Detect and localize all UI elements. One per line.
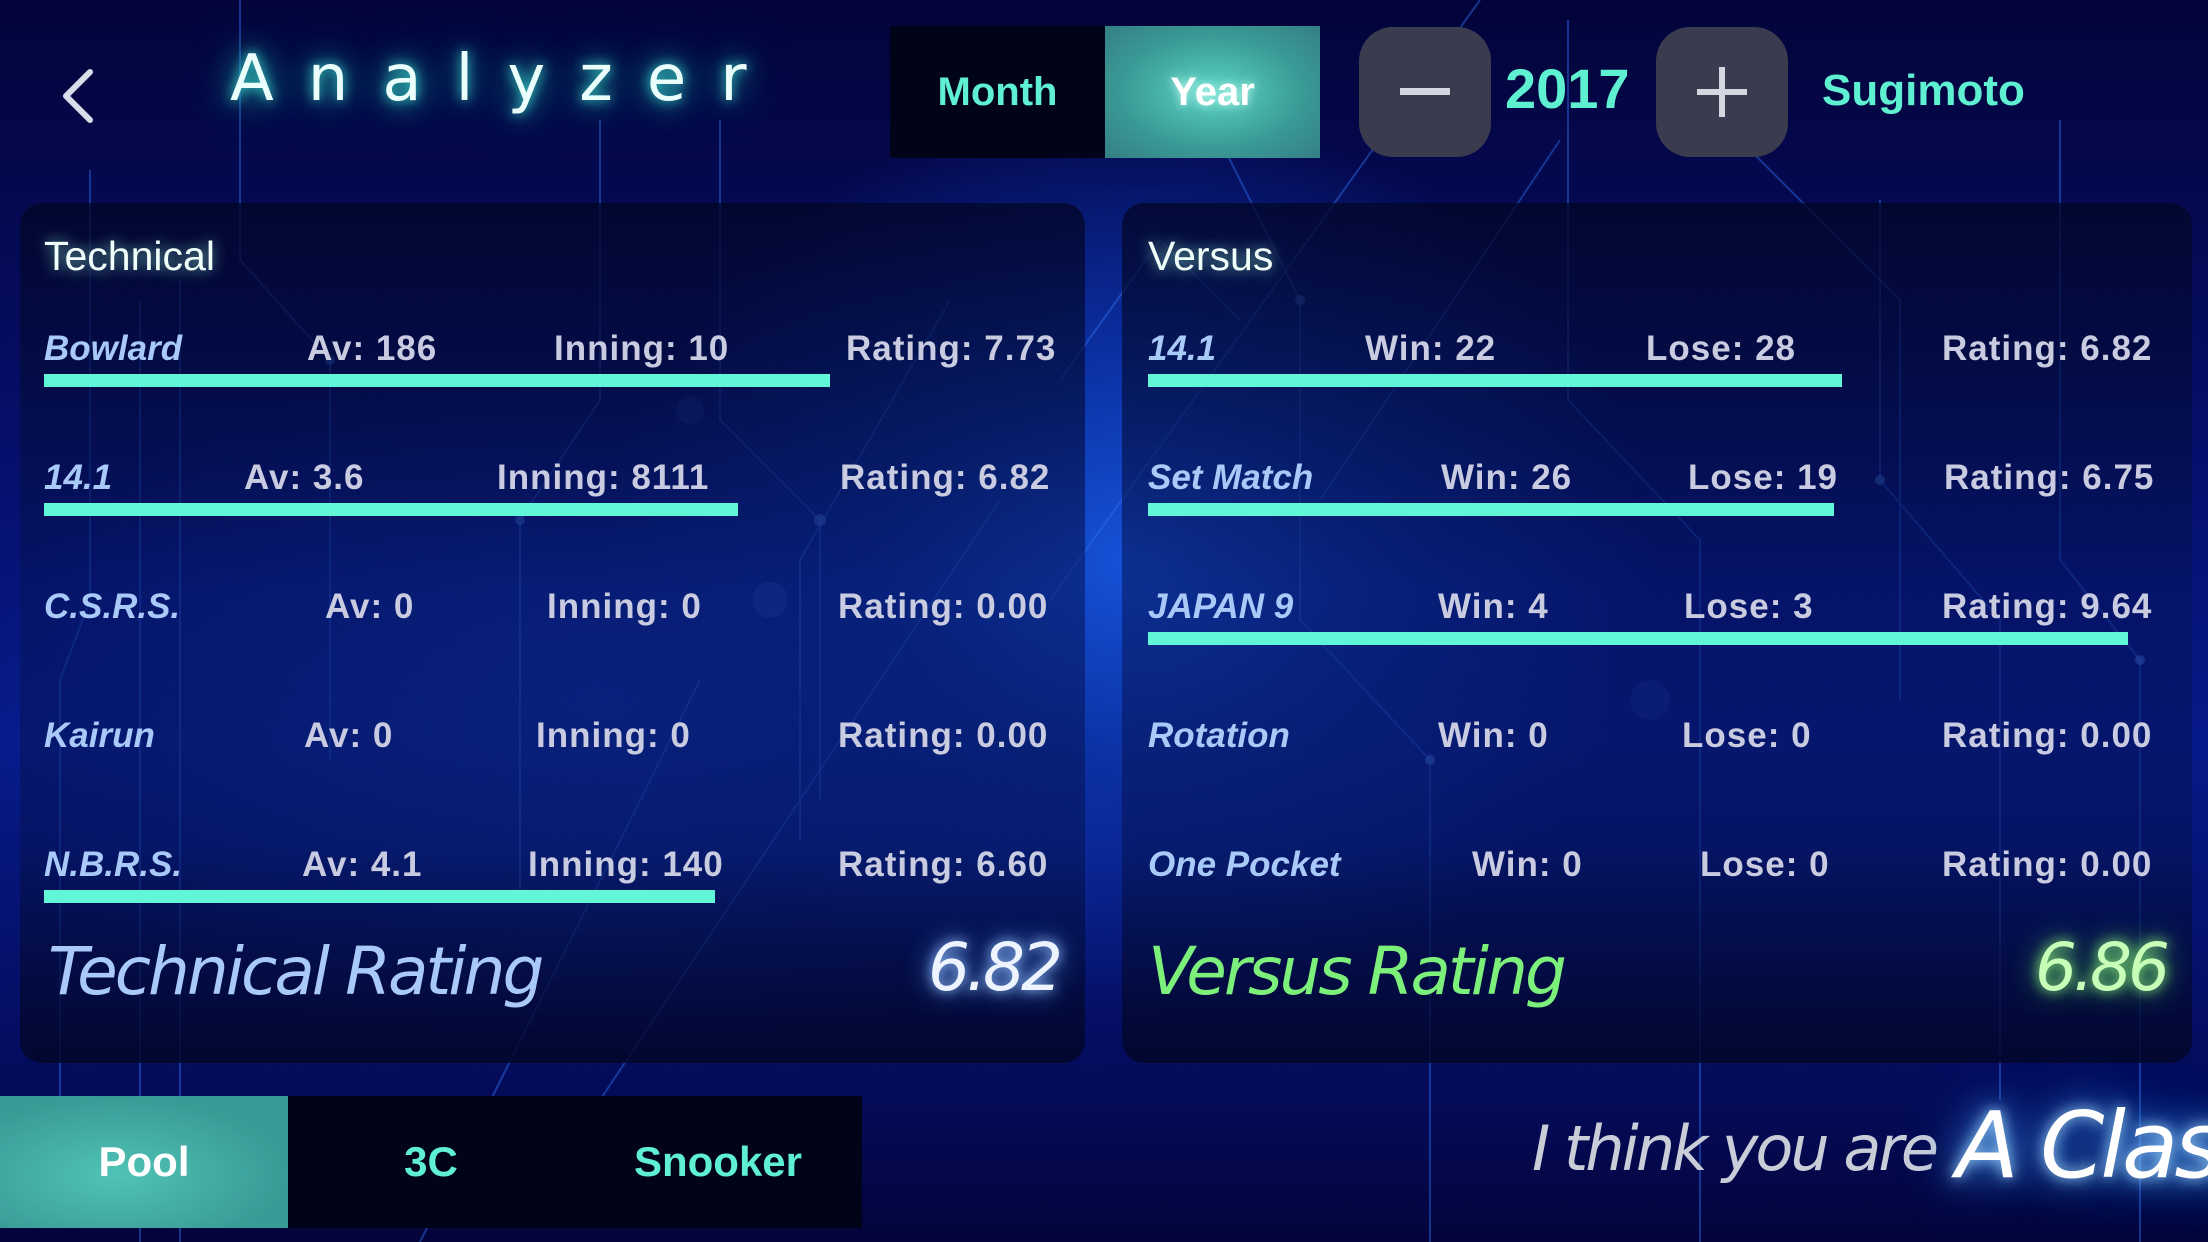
rating-bar bbox=[1148, 374, 1842, 387]
game-name: C.S.R.S. bbox=[44, 587, 181, 626]
rating-value: Rating: 6.82 bbox=[1942, 329, 2153, 368]
versus-rating-label: Versus Rating bbox=[1148, 933, 1567, 1010]
game-name: Bowlard bbox=[44, 329, 183, 368]
year-value: 2017 bbox=[1505, 57, 1630, 120]
lose-count: Lose: 0 bbox=[1700, 845, 1830, 884]
tab-year[interactable]: Year bbox=[1105, 26, 1320, 158]
average-value: Av: 0 bbox=[304, 716, 394, 755]
verdict-class: A Class bbox=[1956, 1092, 2208, 1199]
stat-row[interactable]: C.S.R.S. Av: 0 Inning: 0 Rating: 0.00 bbox=[20, 587, 1085, 697]
game-name: 14.1 bbox=[1148, 329, 1217, 368]
win-count: Win: 26 bbox=[1441, 458, 1573, 497]
inning-count: Inning: 140 bbox=[528, 845, 724, 884]
rating-value: Rating: 9.64 bbox=[1942, 587, 2153, 626]
game-name: Rotation bbox=[1148, 716, 1290, 755]
lose-count: Lose: 3 bbox=[1684, 587, 1814, 626]
win-count: Win: 22 bbox=[1365, 329, 1497, 368]
inning-count: Inning: 0 bbox=[536, 716, 691, 755]
rating-value: Rating: 0.00 bbox=[1942, 716, 2153, 755]
technical-rating-label: Technical Rating bbox=[48, 933, 544, 1010]
chevron-left-icon bbox=[63, 69, 93, 123]
user-name[interactable]: Sugimoto bbox=[1822, 66, 2025, 116]
tab-month[interactable]: Month bbox=[890, 26, 1105, 158]
stat-row[interactable]: Bowlard Av: 186 Inning: 10 Rating: 7.73 bbox=[20, 329, 1085, 439]
game-name: Set Match bbox=[1148, 458, 1314, 497]
game-name: JAPAN 9 bbox=[1148, 587, 1294, 626]
panel-title: Versus bbox=[1148, 233, 1274, 279]
game-name: N.B.R.S. bbox=[44, 845, 183, 884]
panel-title: Technical bbox=[44, 233, 215, 279]
back-button[interactable] bbox=[58, 66, 98, 126]
rating-value: Rating: 6.75 bbox=[1944, 458, 2155, 497]
lose-count: Lose: 19 bbox=[1688, 458, 1838, 497]
rating-value: Rating: 0.00 bbox=[1942, 845, 2153, 884]
average-value: Av: 3.6 bbox=[244, 458, 365, 497]
inning-count: Inning: 10 bbox=[554, 329, 730, 368]
stat-row[interactable]: 14.1 Win: 22 Lose: 28 Rating: 6.82 bbox=[1122, 329, 2192, 439]
versus-rating-value: 6.86 bbox=[2035, 929, 2170, 1006]
average-value: Av: 186 bbox=[307, 329, 438, 368]
inning-count: Inning: 8111 bbox=[497, 458, 710, 497]
technical-panel: Technical Bowlard Av: 186 Inning: 10 Rating… bbox=[20, 203, 1085, 1063]
game-name: Kairun bbox=[44, 716, 155, 755]
stat-row[interactable]: Rotation Win: 0 Lose: 0 Rating: 0.00 bbox=[1122, 716, 2192, 826]
rating-bar bbox=[44, 503, 738, 516]
stat-row[interactable]: Set Match Win: 26 Lose: 19 Rating: 6.75 bbox=[1122, 458, 2192, 568]
average-value: Av: 0 bbox=[325, 587, 415, 626]
rating-value: Rating: 7.73 bbox=[846, 329, 1057, 368]
rating-bar bbox=[44, 890, 715, 903]
decrement-year-button[interactable] bbox=[1359, 27, 1491, 157]
win-count: Win: 0 bbox=[1472, 845, 1583, 884]
verdict-prefix: I think you are bbox=[1532, 1112, 1939, 1185]
stat-row[interactable]: JAPAN 9 Win: 4 Lose: 3 Rating: 9.64 bbox=[1122, 587, 2192, 697]
tab-3c[interactable]: 3C bbox=[288, 1096, 574, 1228]
rating-value: Rating: 0.00 bbox=[838, 716, 1049, 755]
rating-value: Rating: 6.82 bbox=[840, 458, 1051, 497]
game-name: One Pocket bbox=[1148, 845, 1341, 884]
app-title: Analyzer bbox=[230, 42, 781, 116]
rating-bar bbox=[44, 374, 830, 387]
inning-count: Inning: 0 bbox=[547, 587, 702, 626]
rating-bar bbox=[1148, 503, 1834, 516]
rating-bar bbox=[1148, 632, 2128, 645]
versus-panel: Versus 14.1 Win: 22 Lose: 28 Rating: 6.82 Se… bbox=[1122, 203, 2192, 1063]
rating-value: Rating: 0.00 bbox=[838, 587, 1049, 626]
lose-count: Lose: 28 bbox=[1646, 329, 1796, 368]
minus-icon bbox=[1400, 88, 1450, 95]
game-type-tabs: Pool 3C Snooker bbox=[0, 1096, 862, 1228]
average-value: Av: 4.1 bbox=[302, 845, 423, 884]
game-name: 14.1 bbox=[44, 458, 113, 497]
plus-icon bbox=[1697, 67, 1747, 117]
rating-value: Rating: 6.60 bbox=[838, 845, 1049, 884]
win-count: Win: 0 bbox=[1438, 716, 1549, 755]
increment-year-button[interactable] bbox=[1656, 27, 1788, 157]
tab-pool[interactable]: Pool bbox=[0, 1096, 288, 1228]
tab-snooker[interactable]: Snooker bbox=[574, 1096, 862, 1228]
stat-row[interactable]: Kairun Av: 0 Inning: 0 Rating: 0.00 bbox=[20, 716, 1085, 826]
stat-row[interactable]: 14.1 Av: 3.6 Inning: 8111 Rating: 6.82 bbox=[20, 458, 1085, 568]
win-count: Win: 4 bbox=[1438, 587, 1549, 626]
lose-count: Lose: 0 bbox=[1682, 716, 1812, 755]
period-toggle: Month Year bbox=[890, 26, 1320, 158]
technical-rating-value: 6.82 bbox=[928, 929, 1063, 1006]
